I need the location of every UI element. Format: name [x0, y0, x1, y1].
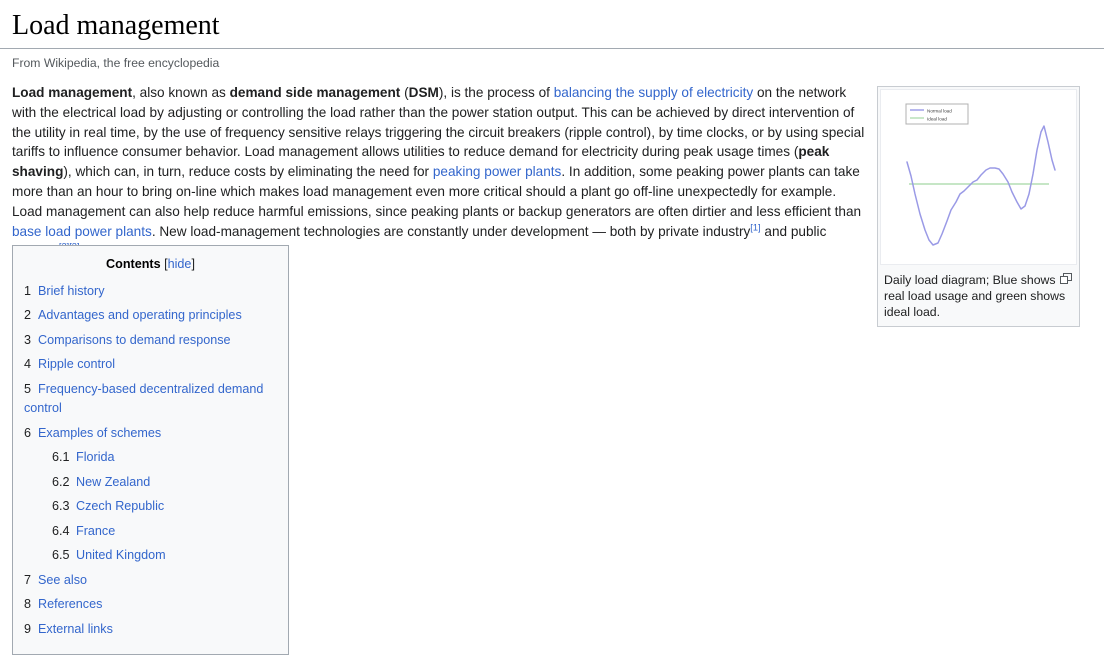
link-peaking-power-plants[interactable]: peaking power plants [433, 164, 561, 179]
toc-label[interactable]: United Kingdom [76, 548, 166, 562]
toc-number: 3 [24, 332, 32, 347]
toc-hide-link[interactable]: hide [168, 257, 192, 271]
site-tagline: From Wikipedia, the free encyclopedia [12, 56, 220, 70]
toc-label[interactable]: Florida [76, 450, 115, 464]
lead-text-7: . New load-management technologies are c… [151, 223, 751, 239]
toc-label[interactable]: See also [38, 573, 87, 587]
term-demand-side-management: demand side management [229, 85, 401, 100]
real-load-line [906, 125, 1056, 246]
legend-label-ideal-load: Ideal load [927, 117, 947, 122]
figure-caption-text: Daily load diagram; Blue shows real load… [884, 273, 1066, 319]
toc-number: 6.5 [52, 548, 70, 563]
daily-load-line-chart[interactable]: Normal load Ideal load [881, 90, 1077, 264]
toc-item-references[interactable]: 8 References [24, 595, 277, 615]
toc-number: 6.1 [52, 450, 70, 465]
lead-text-3: ), is the process of [438, 85, 554, 100]
toc-number: 7 [24, 572, 32, 587]
toc-label[interactable]: References [38, 597, 102, 611]
reference-1-link[interactable]: [1] [750, 222, 760, 232]
toc-label[interactable]: Advantages and operating principles [38, 308, 242, 322]
toc-label[interactable]: New Zealand [76, 475, 150, 489]
toc-number: 5 [24, 381, 32, 396]
toc-toggle: [hide] [161, 257, 195, 271]
toc-item-france[interactable]: 6.4 France [24, 522, 277, 542]
toc-label[interactable]: Examples of schemes [38, 426, 161, 440]
toc-item-ripple-control[interactable]: 4 Ripple control [24, 355, 277, 375]
page-title: Load management [0, 0, 1104, 49]
toc-item-united-kingdom[interactable]: 6.5 United Kingdom [24, 546, 277, 566]
lead-text-5: ), which can, in turn, reduce costs by e… [63, 164, 433, 180]
chart-legend: Normal load Ideal load [905, 103, 969, 125]
toc-number: 1 [24, 283, 32, 298]
reference-1[interactable]: [1] [750, 222, 760, 232]
term-dsm: DSM [408, 85, 439, 100]
toc-item-brief-history[interactable]: 1 Brief history [24, 282, 277, 302]
figure-daily-load-diagram: Normal load Ideal load Daily load diagra… [877, 86, 1080, 327]
toc-number: 9 [24, 621, 32, 636]
term-load-management: Load management [12, 85, 133, 100]
toc-number: 6.4 [52, 523, 70, 538]
toc-label[interactable]: Ripple control [38, 357, 115, 371]
toc-label[interactable]: Czech Republic [76, 499, 164, 513]
toc-number: 6.3 [52, 499, 70, 514]
toc-number: 8 [24, 597, 32, 612]
toc-item-frequency-based-decentralized-demand-control[interactable]: 5 Frequency-based decentralized demand co… [24, 380, 277, 419]
figure-image[interactable]: Normal load Ideal load [880, 89, 1077, 265]
lead-text-1: , also known as [132, 85, 230, 100]
table-of-contents: Contents [hide] 1 Brief history 2 Advantag… [12, 245, 289, 655]
toc-label[interactable]: External links [38, 622, 113, 636]
toc-number: 4 [24, 357, 32, 372]
toc-title-label: Contents [106, 257, 161, 271]
toc-number: 6.2 [52, 474, 70, 489]
toc-label[interactable]: Comparisons to demand response [38, 333, 231, 347]
toc-number: 2 [24, 308, 32, 323]
legend-label-normal-load: Normal load [927, 109, 952, 114]
enlarge-icon[interactable] [1060, 273, 1073, 284]
toc-label[interactable]: France [76, 524, 115, 538]
toc-label[interactable]: Brief history [38, 284, 105, 298]
toc-item-czech-republic[interactable]: 6.3 Czech Republic [24, 497, 277, 517]
lead-text-2: ( [400, 85, 409, 100]
toc-number: 6 [24, 425, 32, 440]
toc-item-new-zealand[interactable]: 6.2 New Zealand [24, 473, 277, 493]
toc-list: 1 Brief history 2 Advantages and operating… [24, 282, 277, 640]
link-base-load-power-plants[interactable]: base load power plants [12, 224, 152, 239]
toc-item-external-links[interactable]: 9 External links [24, 620, 277, 640]
toc-item-see-also[interactable]: 7 See also [24, 571, 277, 591]
lead-paragraph: Load management, also known as demand si… [12, 83, 867, 261]
figure-caption-wrapper: Daily load diagram; Blue shows real load… [878, 267, 1079, 326]
toc-item-examples-of-schemes[interactable]: 6 Examples of schemes [24, 424, 277, 444]
toc-header: Contents [hide] [24, 253, 277, 282]
link-balancing-supply-of-electricity[interactable]: balancing the supply of electricity [554, 85, 754, 100]
toc-item-florida[interactable]: 6.1 Florida [24, 448, 277, 468]
toc-item-advantages-and-operating-principles[interactable]: 2 Advantages and operating principles [24, 306, 277, 326]
toc-label[interactable]: Frequency-based decentralized demand con… [24, 382, 263, 416]
toc-item-comparisons-to-demand-response[interactable]: 3 Comparisons to demand response [24, 331, 277, 351]
toc-toggle-bracket-close: ] [191, 257, 195, 271]
